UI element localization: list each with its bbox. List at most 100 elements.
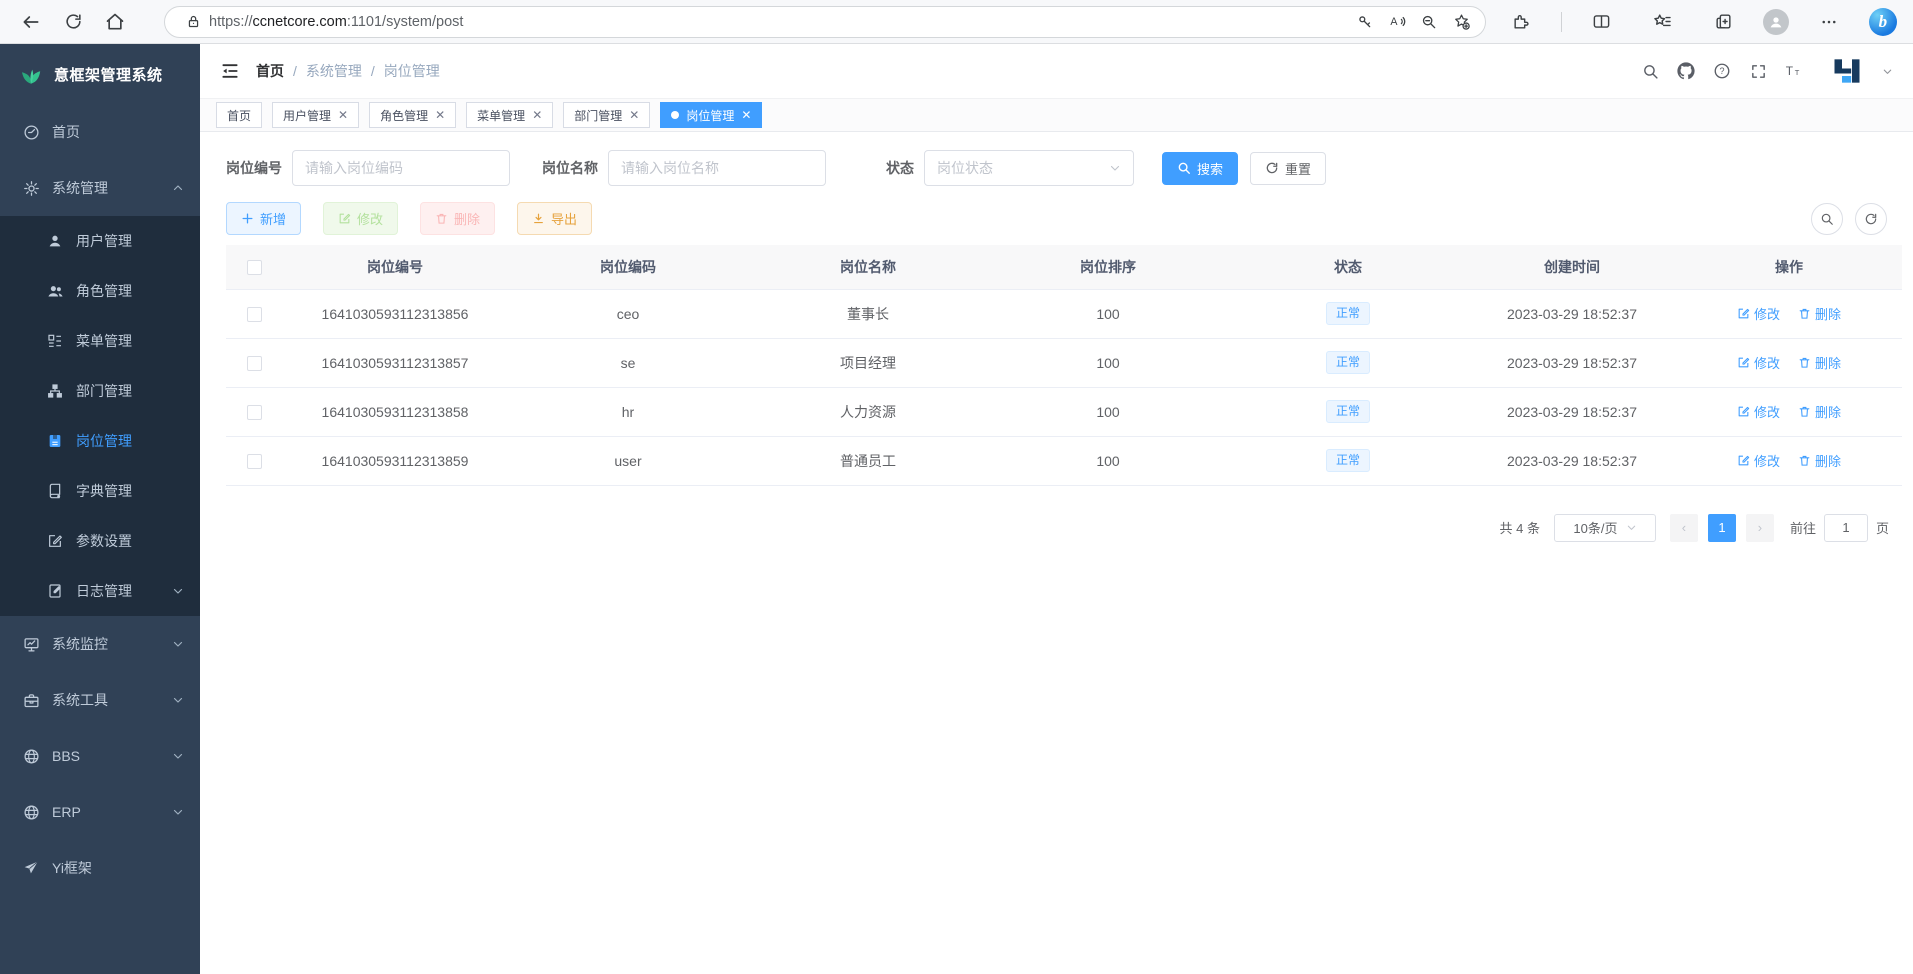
table-row[interactable]: 1641030593112313858 hr 人力资源 100 正常 2023-…	[226, 387, 1902, 436]
row-checkbox[interactable]	[247, 307, 262, 322]
export-button[interactable]: 导出	[517, 202, 592, 235]
table-row[interactable]: 1641030593112313859 user 普通员工 100 正常 202…	[226, 436, 1902, 485]
password-key-icon[interactable]	[1349, 8, 1381, 36]
row-delete-link[interactable]: 删除	[1798, 402, 1841, 421]
tab-close-icon[interactable]: ✕	[338, 108, 348, 122]
extensions-icon[interactable]	[1500, 4, 1542, 40]
row-checkbox[interactable]	[247, 405, 262, 420]
sidebar-item-role-management[interactable]: 角色管理	[0, 266, 200, 316]
breadcrumb-home[interactable]: 首页	[256, 61, 284, 81]
page-goto-input[interactable]	[1824, 514, 1868, 542]
sidebar-item-system-monitor[interactable]: 系统监控	[0, 616, 200, 672]
tab-role-management[interactable]: 角色管理✕	[369, 102, 456, 128]
tab-menu-management[interactable]: 菜单管理✕	[466, 102, 553, 128]
app-logo[interactable]: 意框架管理系统	[0, 44, 200, 104]
sidebar-item-parameter-settings[interactable]: 参数设置	[0, 516, 200, 566]
cell-post-name: 普通员工	[748, 436, 988, 485]
toggle-search-button[interactable]	[1811, 203, 1843, 235]
select-all-checkbox[interactable]	[247, 260, 262, 275]
tab-close-icon[interactable]: ✕	[741, 108, 751, 122]
header-search-icon[interactable]	[1640, 61, 1660, 81]
tab-user-management[interactable]: 用户管理✕	[272, 102, 359, 128]
tab-department-management[interactable]: 部门管理✕	[563, 102, 650, 128]
user-icon	[46, 232, 64, 250]
breadcrumb-separator: /	[371, 63, 375, 79]
tab-post-management[interactable]: 岗位管理✕	[660, 102, 762, 128]
split-screen-icon[interactable]	[1581, 4, 1623, 40]
sidebar-item-system-management[interactable]: 系统管理	[0, 160, 200, 216]
help-question-icon[interactable]: ?	[1712, 61, 1732, 81]
table-row[interactable]: 1641030593112313856 ceo 董事长 100 正常 2023-…	[226, 289, 1902, 338]
sidebar-item-menu-management[interactable]: 菜单管理	[0, 316, 200, 366]
browser-profile-avatar[interactable]	[1763, 9, 1789, 35]
cell-created-time: 2023-03-29 18:52:37	[1468, 289, 1676, 338]
tab-close-icon[interactable]: ✕	[532, 108, 542, 122]
post-code-input[interactable]	[292, 150, 510, 186]
sidebar-item-system-tools[interactable]: 系统工具	[0, 672, 200, 728]
favorites-hub-icon[interactable]	[1642, 4, 1684, 40]
cell-post-id: 1641030593112313857	[282, 338, 508, 387]
edit-square-icon	[46, 532, 64, 550]
prev-page-button[interactable]: ‹	[1670, 514, 1698, 542]
zoom-out-icon[interactable]	[1413, 8, 1445, 36]
page-size-select[interactable]: 10条/页	[1554, 514, 1656, 542]
bing-chat-icon[interactable]: b	[1869, 8, 1897, 36]
sidebar-item-department-management[interactable]: 部门管理	[0, 366, 200, 416]
browser-back-button[interactable]	[10, 4, 52, 40]
fullscreen-icon[interactable]	[1748, 61, 1768, 81]
tab-close-icon[interactable]: ✕	[629, 108, 639, 122]
row-delete-link[interactable]: 删除	[1798, 304, 1841, 323]
tab-home[interactable]: 首页	[216, 102, 262, 128]
font-size-icon[interactable]: TT	[1784, 61, 1804, 81]
sidebar-item-bbs[interactable]: BBS	[0, 728, 200, 784]
column-header-post-name: 岗位名称	[748, 245, 988, 289]
status-select[interactable]: 岗位状态	[924, 150, 1134, 186]
row-edit-link[interactable]: 修改	[1737, 304, 1780, 323]
sidebar-item-post-management[interactable]: 岗位管理	[0, 416, 200, 466]
sidebar-item-label: 日志管理	[76, 581, 132, 601]
edit-button: 修改	[323, 202, 398, 235]
avatar-caret-down-icon[interactable]	[1882, 66, 1893, 77]
row-delete-link[interactable]: 删除	[1798, 353, 1841, 372]
browser-refresh-button[interactable]	[52, 4, 94, 40]
add-favorite-icon[interactable]	[1445, 8, 1477, 36]
row-delete-link[interactable]: 删除	[1798, 451, 1841, 470]
row-edit-link[interactable]: 修改	[1737, 451, 1780, 470]
chevron-down-icon	[172, 638, 184, 650]
trash-icon	[1798, 405, 1811, 418]
search-button[interactable]: 搜索	[1162, 152, 1238, 185]
next-page-button[interactable]: ›	[1746, 514, 1774, 542]
browser-home-button[interactable]	[94, 4, 136, 40]
sidebar-item-home[interactable]: 首页	[0, 104, 200, 160]
refresh-table-button[interactable]	[1855, 203, 1887, 235]
more-options-icon[interactable]	[1808, 4, 1850, 40]
reset-button[interactable]: 重置	[1250, 152, 1326, 185]
table-row[interactable]: 1641030593112313857 se 项目经理 100 正常 2023-…	[226, 338, 1902, 387]
row-checkbox[interactable]	[247, 356, 262, 371]
svg-text:A: A	[1390, 16, 1398, 28]
collections-icon[interactable]	[1702, 4, 1744, 40]
sidebar-item-user-management[interactable]: 用户管理	[0, 216, 200, 266]
row-checkbox[interactable]	[247, 454, 262, 469]
pagination: 共 4 条 10条/页 ‹ 1 › 前往 页	[226, 514, 1893, 542]
github-icon[interactable]	[1676, 61, 1696, 81]
column-header-created: 创建时间	[1468, 245, 1676, 289]
add-button[interactable]: 新增	[226, 202, 301, 235]
sidebar-item-log-management[interactable]: 日志管理	[0, 566, 200, 616]
row-delete-label: 删除	[1815, 353, 1841, 372]
table-right-tools	[1811, 203, 1887, 235]
sidebar-item-dict-management[interactable]: 字典管理	[0, 466, 200, 516]
lock-icon[interactable]	[177, 8, 209, 36]
sidebar-item-yi-framework[interactable]: Yi框架	[0, 840, 200, 896]
current-page-button[interactable]: 1	[1708, 514, 1736, 542]
breadcrumb-parent[interactable]: 系统管理	[306, 61, 362, 81]
read-aloud-icon[interactable]: A	[1381, 8, 1413, 36]
sidebar-item-erp[interactable]: ERP	[0, 784, 200, 840]
post-name-input[interactable]	[608, 150, 826, 186]
address-bar[interactable]: https://ccnetcore.com:1101/system/post A	[164, 6, 1486, 38]
user-avatar-logo[interactable]	[1830, 54, 1864, 88]
row-edit-link[interactable]: 修改	[1737, 402, 1780, 421]
row-edit-link[interactable]: 修改	[1737, 353, 1780, 372]
sidebar-fold-icon[interactable]	[220, 61, 240, 81]
tab-close-icon[interactable]: ✕	[435, 108, 445, 122]
